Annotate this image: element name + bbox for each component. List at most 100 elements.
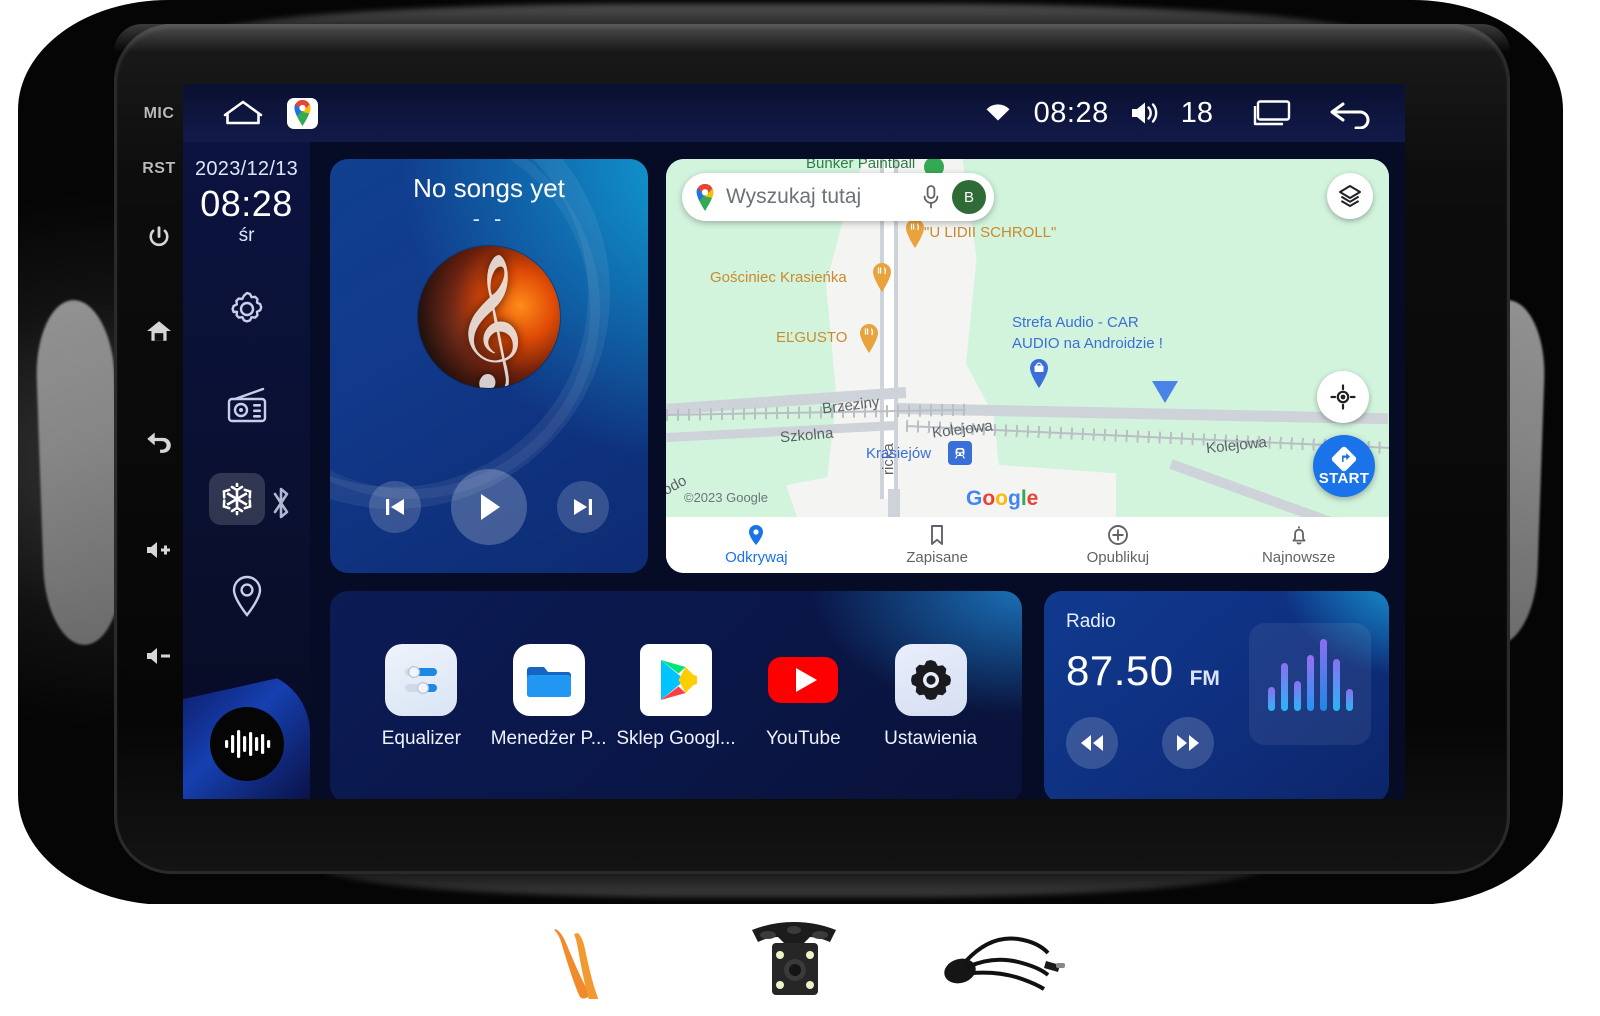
waveform-bar [1319,639,1327,711]
location-icon [232,575,261,617]
map-start-navigation-button[interactable]: START [1313,435,1375,497]
rail-voice-assistant-panel[interactable] [183,671,310,799]
external-microphone-icon [944,936,1065,991]
restaurant-pin-icon[interactable] [904,219,926,248]
power-hardware-button[interactable] [130,198,188,276]
map-poi-strefa-audio-2[interactable]: AUDIO na Androidzie ! [1012,335,1163,352]
app-file-manager[interactable]: Menedżer P... [489,644,609,750]
home-icon [147,321,171,341]
waveform-bar [1332,659,1340,711]
volume-up-hardware-button[interactable] [130,494,188,606]
music-previous-button[interactable] [369,481,421,533]
wifi-icon[interactable] [982,100,1014,126]
app-tray: Equalizer Menedżer P... Sklep Googl... Y… [330,591,1022,799]
rail-location-button[interactable] [221,571,273,623]
status-clock: 08:28 [1033,96,1109,129]
map-search-input[interactable]: Wyszukaj tutaj [726,185,910,209]
app-equalizer[interactable]: Equalizer [361,644,481,750]
bluetooth-icon[interactable] [267,483,295,523]
train-station-icon[interactable] [948,441,972,465]
music-next-button[interactable] [557,481,609,533]
waveform-bar [1280,663,1288,711]
volume-level: 18 [1180,96,1213,129]
accessories-strip [0,904,1600,1016]
music-player-widget[interactable]: No songs yet - - 𝄞 [330,159,648,573]
volume-icon[interactable] [1129,99,1161,127]
mic-hardware-button[interactable]: MIC [130,88,188,140]
app-youtube[interactable]: YouTube [743,644,863,750]
widget-grid: No songs yet - - 𝄞 Bunker Paintball "U L… [310,142,1405,799]
rail-settings-button[interactable] [221,283,273,335]
album-art: 𝄞 [418,246,560,388]
equalizer-icon [385,644,458,716]
plus-circle-icon [1107,525,1128,545]
shop-pin-icon[interactable] [1028,359,1050,388]
waveform-bar [1293,681,1301,711]
home-outline-icon[interactable] [221,98,265,128]
map-poi-u-lidii[interactable]: "U LIDII SCHROLL" [924,224,1056,241]
map-nav-label: Najnowsze [1261,549,1336,566]
rail-radio-button[interactable] [221,379,273,431]
volume-down-icon [147,648,170,664]
app-settings[interactable]: Ustawienia [871,644,991,750]
snowflake-icon [222,482,251,516]
recents-icon[interactable] [1249,98,1293,128]
map-search-bar[interactable]: Wyszukaj tutaj B [682,173,994,221]
accessory-pry-tools [534,921,654,999]
app-label: Menedżer P... [490,728,607,749]
map-transit-krasiejow[interactable]: Krasiejów [866,445,931,462]
microphone-icon[interactable] [920,184,942,210]
rail-climate-button[interactable] [208,473,265,525]
google-maps-icon[interactable] [287,97,318,129]
settings-icon [230,291,262,323]
map-poi-bunker-paintball[interactable]: Bunker Paintball [806,159,915,172]
google-maps-pin-icon [696,183,714,211]
app-google-play[interactable]: Sklep Googl... [616,644,736,750]
app-label: YouTube [765,728,841,749]
restaurant-pin-icon-3[interactable] [858,324,880,353]
map-nav-opublikuj[interactable]: Opublikuj [1028,524,1209,566]
google-watermark: Google [966,487,1039,510]
explore-pin-icon [749,525,764,545]
map-poi-strefa-audio[interactable]: Strefa Audio - CAR [1012,314,1139,331]
bookmark-icon [931,525,944,545]
map-nav-label: Opublikuj [1086,549,1150,566]
radio-artwork [1249,623,1371,745]
map-nav-zapisane[interactable]: Zapisane [847,524,1028,566]
map-nav-najnowsze[interactable]: Najnowsze [1208,524,1389,566]
google-maps-widget[interactable]: Bunker Paintball "U LIDII SCHROLL" Gości… [666,159,1389,573]
google-play-icon [639,644,712,716]
my-location-icon [1330,384,1356,410]
radio-widget[interactable]: Radio 87.50 FM [1044,591,1389,799]
account-avatar[interactable]: B [952,180,986,214]
radio-next-button[interactable] [1162,717,1214,769]
audio-waveform-button[interactable] [209,707,284,781]
radio-band: FM [1189,667,1220,690]
volume-up-icon [147,542,170,558]
rail-time: 08:28 [200,183,293,224]
settings-gear-icon [894,644,967,716]
music-play-button[interactable] [451,469,527,545]
home-hardware-button[interactable] [130,276,188,386]
audio-waveform-icon [224,730,270,758]
map-poi-gosciniec[interactable]: Gościniec Krasieńka [710,269,847,286]
start-label: START [1318,469,1370,487]
body-left-highlight [34,298,124,647]
radio-previous-button[interactable] [1066,717,1118,769]
restaurant-pin-icon-2[interactable] [871,263,893,292]
map-layers-button[interactable] [1327,173,1373,219]
map-nav-odkrywaj[interactable]: Odkrywaj [666,524,847,566]
map-locate-button[interactable] [1317,371,1369,423]
reset-hardware-button[interactable]: RST [130,140,188,198]
next-track-icon [574,499,592,515]
rail-climate-bluetooth-group [208,473,288,527]
head-unit-screen: 08:28 18 2023/12/13 08:28 śr No songs ye… [183,84,1405,799]
back-arrow-icon[interactable] [1327,97,1375,129]
back-hardware-button[interactable] [130,386,188,494]
rewind-icon [1081,735,1103,751]
volume-down-hardware-button[interactable] [130,606,188,706]
back-icon [147,432,171,453]
map-poi-elgusto[interactable]: EĽGUSTO [776,329,847,346]
file-manager-icon [512,644,585,716]
app-label: Equalizer [381,728,461,749]
